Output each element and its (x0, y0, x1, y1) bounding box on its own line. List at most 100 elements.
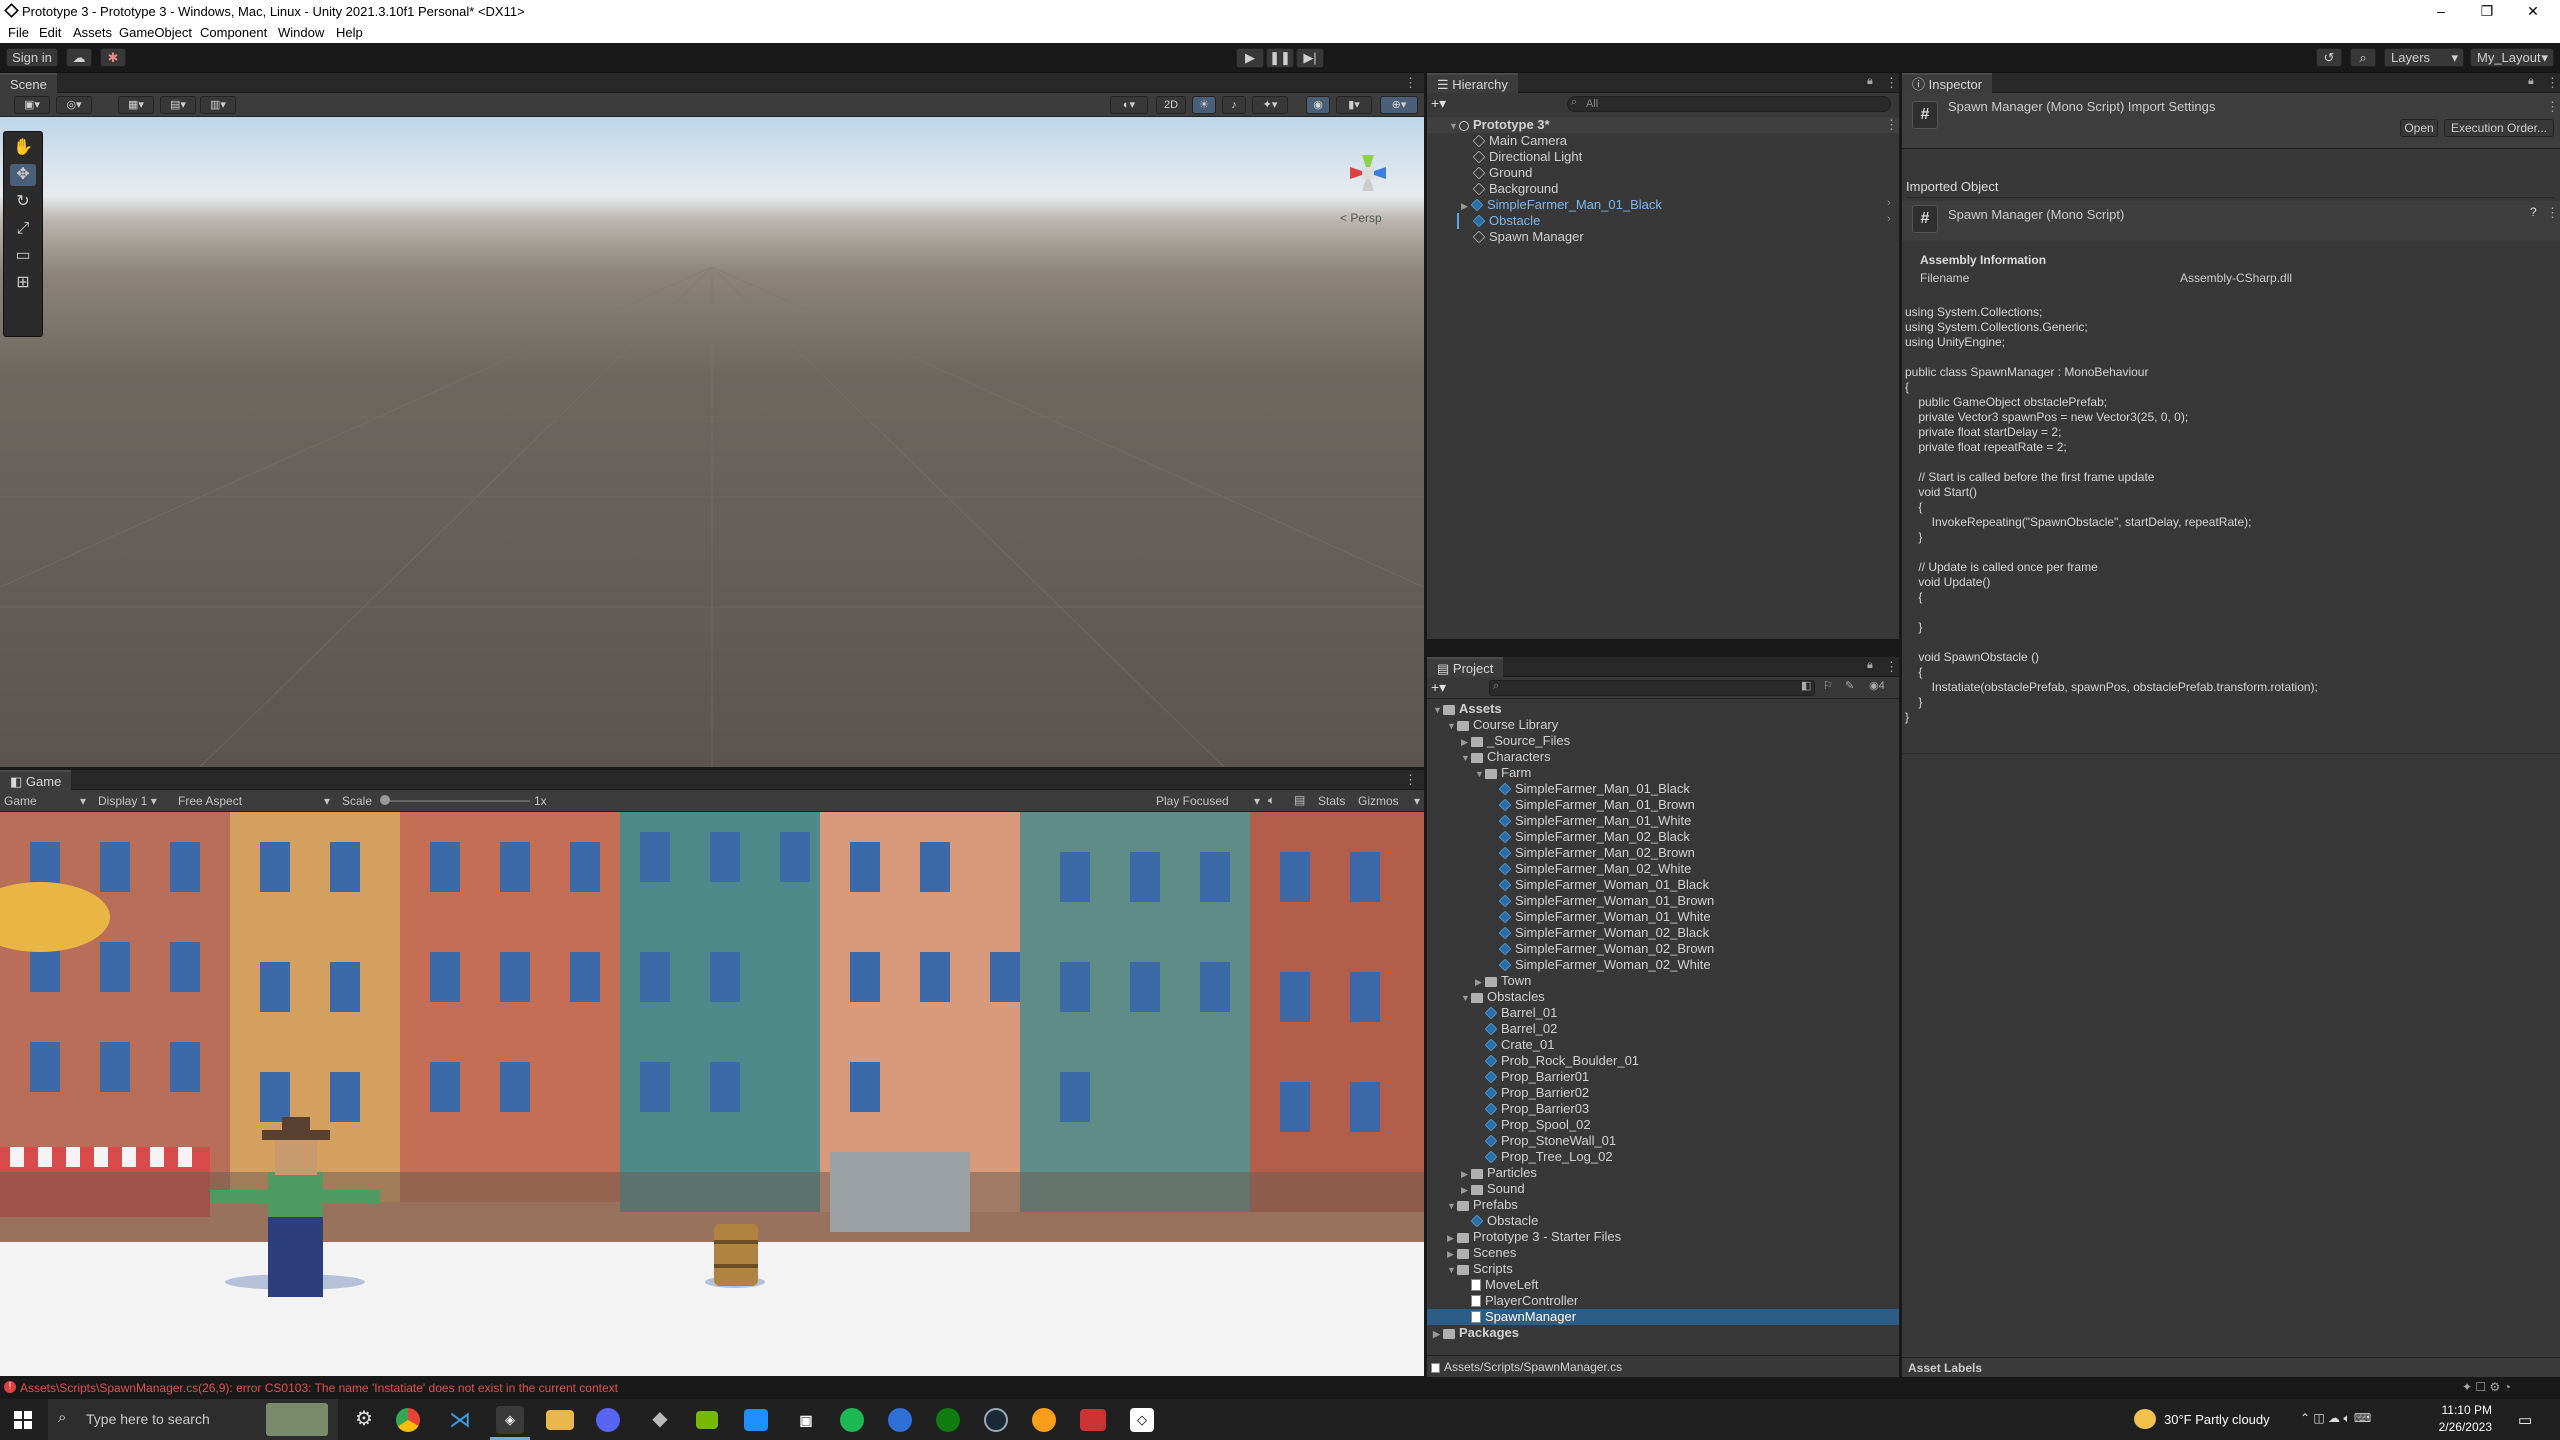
project-item-simplefarmer-woman-01-white[interactable]: SimpleFarmer_Woman_01_White (1427, 909, 1899, 925)
project-search-input[interactable] (1489, 680, 1815, 696)
project-item--source-files[interactable]: ▶ _Source_Files (1427, 733, 1899, 749)
project-item-town[interactable]: ▶ Town (1427, 973, 1899, 989)
expand-arrow-icon[interactable]: ▼ (1461, 750, 1471, 766)
scene-orientation-gizmo[interactable] (1328, 133, 1408, 213)
project-item-prop-stonewall-01[interactable]: Prop_StoneWall_01 (1427, 1133, 1899, 1149)
audio-icon[interactable]: ♪ (1222, 96, 1246, 114)
layers-dropdown[interactable]: Layers ▾ (2384, 48, 2464, 67)
hierarchy-item-ground[interactable]: Ground (1472, 165, 1532, 181)
more-menu-icon[interactable]: ⋮ (1885, 659, 1898, 675)
discord-icon[interactable] (596, 1408, 620, 1432)
search-by-label-icon[interactable]: ⚐ (1823, 679, 1833, 692)
hierarchy-item-background[interactable]: Background (1472, 181, 1558, 197)
hierarchy-item-directional-light[interactable]: Directional Light (1472, 149, 1582, 165)
move-tool-icon[interactable]: ✥ (10, 164, 36, 186)
render-mode-icon[interactable]: ◎▾ (56, 96, 92, 114)
tab-inspector[interactable]: ⓘ Inspector (1902, 73, 1993, 93)
xbox-icon[interactable] (936, 1408, 960, 1432)
more-menu-icon[interactable]: ⋮ (1404, 772, 1417, 788)
project-item-obstacles[interactable]: ▼ Obstacles (1427, 989, 1899, 1005)
more-menu-icon[interactable]: ⋮ (1885, 75, 1898, 91)
nvidia-icon[interactable] (696, 1411, 718, 1429)
project-item-crate-01[interactable]: Crate_01 (1427, 1037, 1899, 1053)
persp-label[interactable]: < Persp (1340, 211, 1382, 225)
clock-date[interactable]: 2/26/2023 (2420, 1420, 2492, 1434)
unity-editor-icon[interactable]: ◆ (646, 1406, 674, 1434)
play-focused-dropdown[interactable]: Play Focused ▾ (1156, 794, 1260, 808)
project-item-simplefarmer-woman-02-brown[interactable]: SimpleFarmer_Woman_02_Brown (1427, 941, 1899, 957)
expand-arrow-icon[interactable]: ▶ (1461, 734, 1471, 750)
create-asset-button[interactable]: +▾ (1431, 679, 1446, 696)
project-item-scripts[interactable]: ▼ Scripts (1427, 1261, 1899, 1277)
project-item-prop-barrier01[interactable]: Prop_Barrier01 (1427, 1069, 1899, 1085)
expand-arrow-icon[interactable]: ▼ (1447, 1262, 1457, 1278)
camera-icon[interactable]: ▮▾ (1336, 96, 1372, 114)
chevron-right-icon[interactable]: › (1887, 213, 1891, 225)
project-item-simplefarmer-man-02-brown[interactable]: SimpleFarmer_Man_02_Brown (1427, 845, 1899, 861)
project-item-simplefarmer-woman-01-black[interactable]: SimpleFarmer_Woman_01_Black (1427, 877, 1899, 893)
menu-file[interactable]: File (8, 25, 29, 40)
toggle-tools-icon[interactable]: ▥▾ (200, 96, 236, 114)
clock-time[interactable]: 11:10 PM (2426, 1403, 2492, 1417)
menu-assets[interactable]: Assets (73, 25, 112, 40)
gizmos-icon[interactable]: ⊕▾ (1380, 96, 1418, 114)
scale-tool-icon[interactable]: ⤢ (10, 218, 36, 240)
minimize-button[interactable]: – (2418, 0, 2464, 22)
expand-arrow-icon[interactable]: ▼ (1475, 766, 1485, 782)
file-explorer-icon[interactable] (546, 1410, 574, 1430)
undo-history-icon[interactable]: ↺ (2316, 48, 2342, 67)
project-item-simplefarmer-man-02-black[interactable]: SimpleFarmer_Man_02_Black (1427, 829, 1899, 845)
project-item-characters[interactable]: ▼ Characters (1427, 749, 1899, 765)
menu-gameobject[interactable]: GameObject (119, 25, 192, 40)
more-menu-icon[interactable]: ⋮ (1404, 75, 1417, 91)
project-item-prop-barrier03[interactable]: Prop_Barrier03 (1427, 1101, 1899, 1117)
add-object-button[interactable]: +▾ (1431, 95, 1446, 112)
project-item-sound[interactable]: ▶ Sound (1427, 1181, 1899, 1197)
gizmos-dropdown[interactable]: Gizmos ▾ (1358, 794, 1420, 808)
scale-slider[interactable] (382, 800, 530, 802)
project-item-prop-spool-02[interactable]: Prop_Spool_02 (1427, 1117, 1899, 1133)
cloud-icon[interactable]: ☁ (66, 48, 92, 67)
sign-in-button[interactable]: Sign in (6, 48, 58, 67)
execution-order-button[interactable]: Execution Order... (2444, 119, 2554, 137)
expand-arrow-icon[interactable]: ▶ (1433, 1326, 1443, 1342)
lock-icon[interactable]: 🔒︎ (1867, 659, 1873, 672)
tab-game[interactable]: ◧ Game (0, 770, 72, 790)
spotify-icon[interactable] (840, 1408, 864, 1432)
expand-arrow-icon[interactable]: ▶ (1447, 1246, 1457, 1262)
close-button[interactable]: ✕ (2510, 0, 2556, 22)
tab-project[interactable]: ▤ Project (1427, 657, 1504, 677)
hand-tool-icon[interactable]: ✋ (10, 137, 36, 159)
2d-toggle-button[interactable]: 2D (1156, 96, 1186, 114)
project-item-course-library[interactable]: ▼ Course Library (1427, 717, 1899, 733)
help-icon[interactable]: ? (2530, 205, 2537, 219)
project-item-prop-tree-log-02[interactable]: Prop_Tree_Log_02 (1427, 1149, 1899, 1165)
project-item-barrel-02[interactable]: Barrel_02 (1427, 1021, 1899, 1037)
layout-dropdown[interactable]: My_Layout ▾ (2470, 48, 2554, 67)
expand-arrow-icon[interactable]: ▶ (1475, 974, 1485, 990)
chevron-right-icon[interactable]: › (1887, 197, 1891, 209)
step-button[interactable]: ▶| (1296, 48, 1324, 68)
more-menu-icon[interactable]: ⋮ (1885, 117, 1898, 133)
expand-arrow-icon[interactable]: ▶ (1447, 1230, 1457, 1246)
console-error-message[interactable]: Assets\Scripts\SpawnManager.cs(26,9): er… (20, 1381, 618, 1395)
unity-hub-icon[interactable]: ◈ (496, 1406, 524, 1434)
transform-tool-icon[interactable]: ⊞ (10, 272, 36, 294)
project-item-prototype-3-starter-files[interactable]: ▶ Prototype 3 - Starter Files (1427, 1229, 1899, 1245)
tray-icons[interactable]: ⌃ ◫ ☁ 🔈︎ ⌨ (2300, 1411, 2371, 1426)
expand-arrow-icon[interactable]: ▼ (1461, 990, 1471, 1006)
project-item-simplefarmer-woman-02-white[interactable]: SimpleFarmer_Woman_02_White (1427, 957, 1899, 973)
more-menu-icon[interactable]: ⋮ (2546, 205, 2559, 221)
display-dropdown[interactable]: Display 1 ▾ (98, 794, 157, 808)
menu-window[interactable]: Window (278, 25, 324, 40)
lighting-icon[interactable]: ☀ (1192, 96, 1216, 114)
project-item-prop-barrier02[interactable]: Prop_Barrier02 (1427, 1085, 1899, 1101)
menu-edit[interactable]: Edit (39, 25, 61, 40)
snap-increment-icon[interactable]: ▤▾ (160, 96, 196, 114)
game-viewport[interactable] (0, 812, 1424, 1376)
effects-icon[interactable]: ✦▾ (1252, 96, 1288, 114)
notifications-icon[interactable]: ▭ (2518, 1411, 2532, 1429)
hierarchy-search-input[interactable]: All (1567, 96, 1891, 112)
search-icon[interactable]: ⌕ (2350, 48, 2376, 67)
project-item-simplefarmer-man-01-brown[interactable]: SimpleFarmer_Man_01_Brown (1427, 797, 1899, 813)
